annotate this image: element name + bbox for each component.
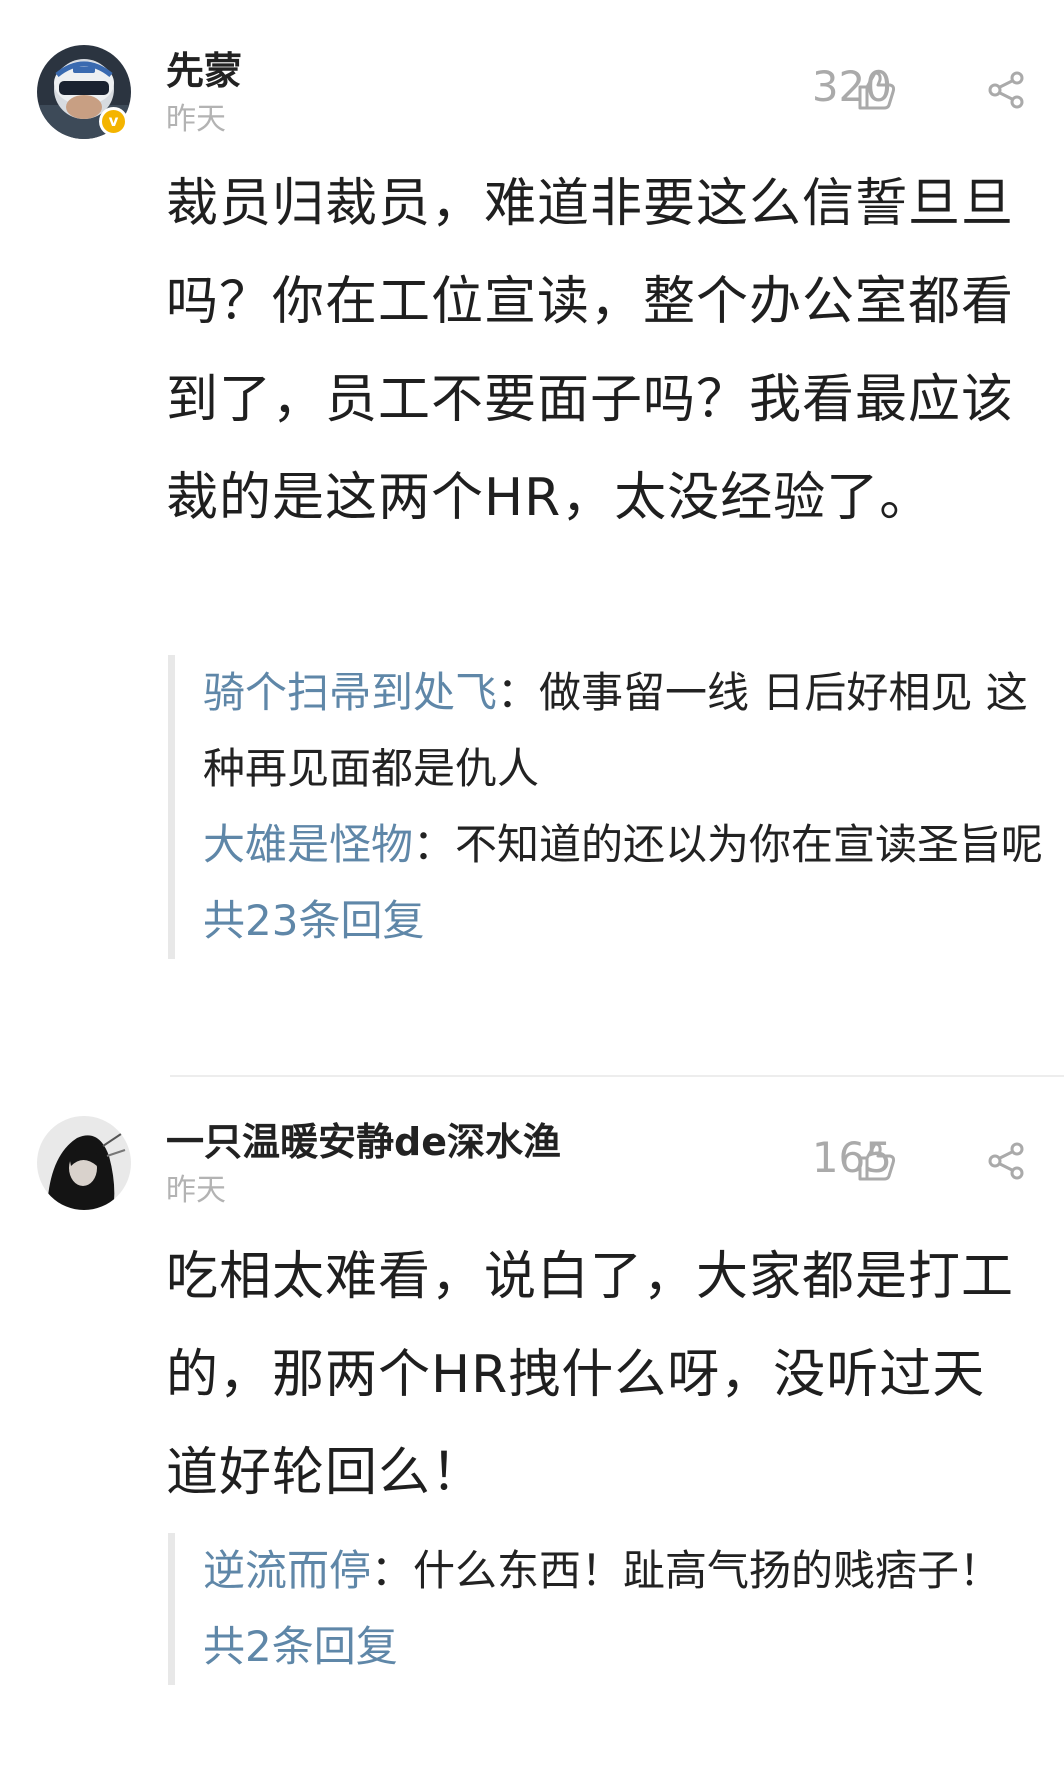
verified-badge-icon: v (99, 107, 128, 136)
view-all-replies-link[interactable]: 共2条回复 (175, 1609, 1045, 1685)
thumbs-up-icon[interactable] (854, 1139, 898, 1183)
username[interactable]: 一只温暖安静de深水渔 (166, 1111, 561, 1166)
reply-separator: ： (371, 1546, 414, 1595)
reply-item[interactable]: 骑个扫帚到处飞：做事留一线 日后好相见 这种再见面都是仇人 (175, 655, 1045, 807)
reply-username[interactable]: 骑个扫帚到处飞 (203, 668, 497, 717)
reply-list: 逆流而停：什么东西！趾高气扬的贱痞子！ 共2条回复 (168, 1533, 1045, 1685)
comment-divider (170, 1075, 1064, 1077)
reply-text: 不知道的还以为你在宣读圣旨呢 (455, 820, 1044, 869)
avatar[interactable] (37, 1116, 131, 1210)
reply-separator: ： (413, 820, 456, 869)
reply-text: 什么东西！趾高气扬的贱痞子！ (413, 1546, 1002, 1595)
reply-username[interactable]: 大雄是怪物 (203, 820, 413, 869)
timestamp: 昨天 (166, 102, 226, 137)
reply-item[interactable]: 大雄是怪物：不知道的还以为你在宣读圣旨呢 (175, 807, 1045, 883)
reply-separator: ： (497, 668, 540, 717)
view-all-replies-link[interactable]: 共23条回复 (175, 883, 1045, 959)
username[interactable]: 先蒙 (166, 40, 242, 95)
reply-list: 骑个扫帚到处飞：做事留一线 日后好相见 这种再见面都是仇人 大雄是怪物：不知道的… (168, 655, 1045, 959)
thumbs-up-icon[interactable] (854, 68, 898, 112)
comment-text: 裁员归裁员，难道非要这么信誓旦旦吗？你在工位宣读，整个办公室都看到了，员工不要面… (166, 174, 1015, 528)
share-icon[interactable] (986, 70, 1026, 110)
share-icon[interactable] (986, 1141, 1026, 1181)
girl-avatar-icon (37, 1116, 131, 1210)
reply-username[interactable]: 逆流而停 (203, 1546, 371, 1595)
timestamp: 昨天 (166, 1173, 226, 1208)
comment-text: 吃相太难看，说白了，大家都是打工的，那两个HR拽什么呀，没听过天道好轮回么！ (166, 1247, 1015, 1503)
reply-item[interactable]: 逆流而停：什么东西！趾高气扬的贱痞子！ (175, 1533, 1045, 1609)
